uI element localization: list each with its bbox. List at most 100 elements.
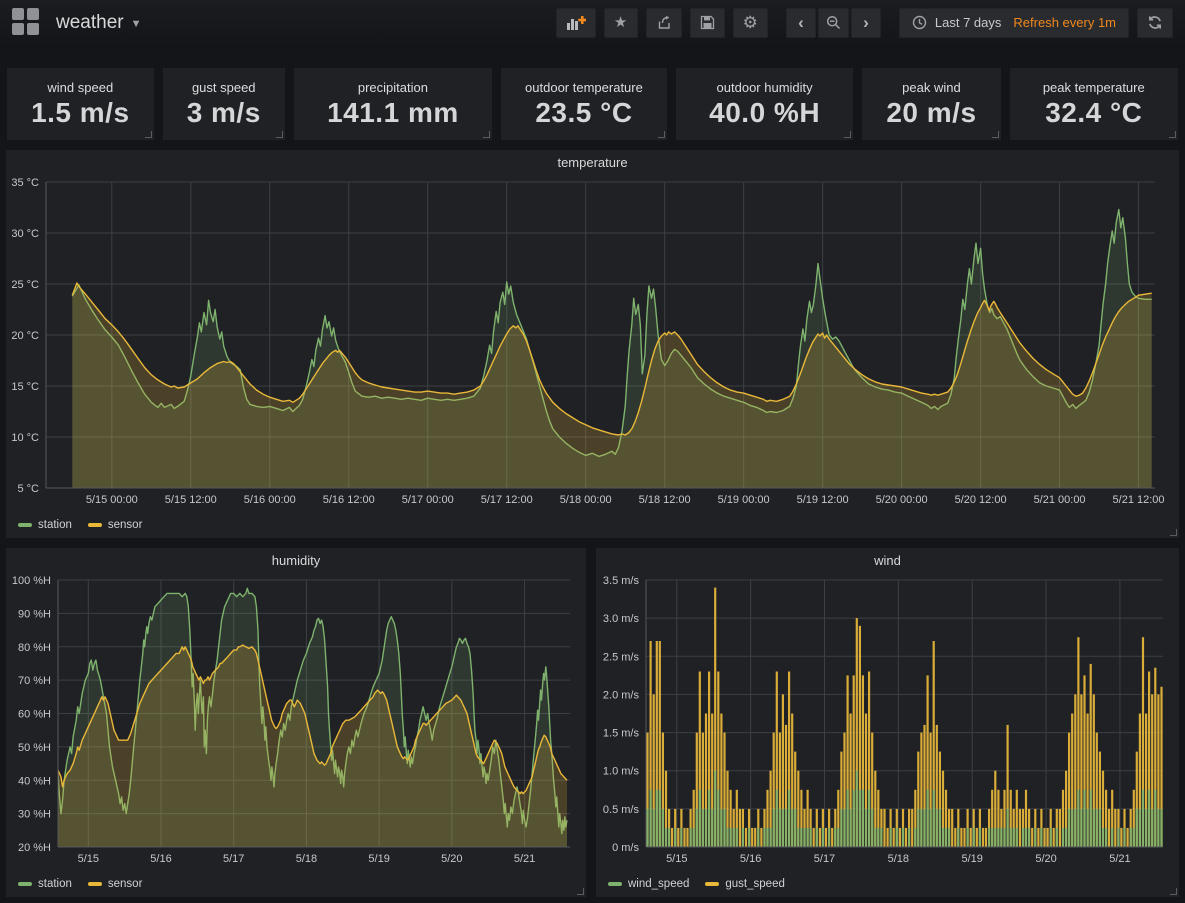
svg-text:90 %H: 90 %H bbox=[18, 608, 51, 620]
logo-square bbox=[12, 23, 24, 35]
svg-text:0.5 m/s: 0.5 m/s bbox=[603, 804, 640, 816]
svg-text:5/21: 5/21 bbox=[1109, 853, 1130, 865]
panel-resize-handle[interactable] bbox=[483, 131, 490, 138]
svg-text:5/16 12:00: 5/16 12:00 bbox=[323, 494, 375, 506]
svg-text:5/18 00:00: 5/18 00:00 bbox=[560, 494, 612, 506]
time-picker-button[interactable]: Last 7 days Refresh every 1m bbox=[899, 8, 1129, 38]
panel-resize-handle[interactable] bbox=[658, 131, 665, 138]
stat-value: 40.0 %H bbox=[709, 97, 820, 129]
legend-item-gust_speed[interactable]: gust_speed bbox=[705, 878, 784, 890]
chevron-down-icon: ▼ bbox=[131, 18, 142, 30]
legend-item-sensor[interactable]: sensor bbox=[88, 519, 143, 531]
logo-square bbox=[27, 23, 39, 35]
panel-title-wind[interactable]: wind bbox=[596, 548, 1179, 572]
svg-text:5/15: 5/15 bbox=[78, 853, 99, 865]
svg-text:5/19 00:00: 5/19 00:00 bbox=[718, 494, 770, 506]
svg-text:5/19: 5/19 bbox=[961, 853, 982, 865]
panel-resize-handle[interactable] bbox=[992, 131, 999, 138]
svg-text:0 m/s: 0 m/s bbox=[612, 842, 639, 854]
panel-resize-handle[interactable] bbox=[844, 131, 851, 138]
legend-item-station[interactable]: station bbox=[18, 878, 72, 890]
settings-button[interactable]: ⚙ bbox=[733, 8, 768, 38]
svg-text:5/19: 5/19 bbox=[368, 853, 389, 865]
refresh-button[interactable] bbox=[1137, 8, 1173, 38]
navbar: weather ▼ ★ bbox=[0, 0, 1185, 45]
svg-text:5/15 12:00: 5/15 12:00 bbox=[165, 494, 217, 506]
wind-chart[interactable]: 0 m/s0.5 m/s1.0 m/s1.5 m/s2.0 m/s2.5 m/s… bbox=[596, 572, 1179, 871]
temperature-chart[interactable]: 5 °C10 °C15 °C20 °C25 °C30 °C35 °C5/15 0… bbox=[6, 174, 1179, 512]
svg-text:20 °C: 20 °C bbox=[11, 330, 39, 342]
star-button[interactable]: ★ bbox=[604, 8, 638, 38]
legend-item-sensor[interactable]: sensor bbox=[88, 878, 143, 890]
stat-panel-gust-speed: gust speed 3 m/s bbox=[163, 68, 285, 140]
svg-text:3.5 m/s: 3.5 m/s bbox=[603, 575, 640, 587]
stat-title: wind speed bbox=[47, 80, 113, 95]
legend-label: gust_speed bbox=[725, 878, 784, 890]
svg-text:5 °C: 5 °C bbox=[17, 483, 39, 495]
time-back-button[interactable]: ‹ bbox=[786, 8, 816, 38]
logo-square bbox=[27, 8, 39, 20]
legend-item-station[interactable]: station bbox=[18, 519, 72, 531]
panel-title-humidity[interactable]: humidity bbox=[6, 548, 586, 572]
svg-text:60 %H: 60 %H bbox=[18, 709, 51, 721]
save-button[interactable] bbox=[690, 8, 725, 38]
chevron-right-icon: › bbox=[863, 14, 869, 31]
svg-text:30 %H: 30 %H bbox=[18, 809, 51, 821]
svg-text:5/18 12:00: 5/18 12:00 bbox=[639, 494, 691, 506]
add-panel-icon bbox=[566, 15, 586, 31]
svg-text:15 °C: 15 °C bbox=[11, 381, 39, 393]
svg-text:5/15 00:00: 5/15 00:00 bbox=[86, 494, 138, 506]
svg-text:5/19 12:00: 5/19 12:00 bbox=[797, 494, 849, 506]
stat-panel-outdoor-humidity: outdoor humidity 40.0 %H bbox=[676, 68, 853, 140]
share-icon bbox=[656, 15, 672, 30]
svg-text:5/16: 5/16 bbox=[150, 853, 171, 865]
grafana-logo[interactable] bbox=[12, 8, 42, 38]
svg-text:80 %H: 80 %H bbox=[18, 642, 51, 654]
humidity-legend: station sensor bbox=[6, 871, 586, 897]
logo-square bbox=[12, 8, 24, 20]
panel-title-temperature[interactable]: temperature bbox=[6, 150, 1179, 174]
dashboard-content: wind speed 1.5 m/s gust speed 3 m/s prec… bbox=[0, 45, 1185, 897]
svg-text:5/17: 5/17 bbox=[223, 853, 244, 865]
panel-resize-handle[interactable] bbox=[276, 131, 283, 138]
stat-title: peak wind bbox=[902, 80, 961, 95]
legend-label: station bbox=[38, 519, 72, 531]
panel-resize-handle[interactable] bbox=[577, 888, 584, 895]
stat-panel-peak-wind: peak wind 20 m/s bbox=[862, 68, 1000, 140]
panel-resize-handle[interactable] bbox=[145, 131, 152, 138]
stat-panel-precipitation: precipitation 141.1 mm bbox=[294, 68, 492, 140]
stat-panel-wind-speed: wind speed 1.5 m/s bbox=[7, 68, 154, 140]
stats-row: wind speed 1.5 m/s gust speed 3 m/s prec… bbox=[7, 68, 1178, 140]
zoom-out-button[interactable] bbox=[818, 8, 849, 38]
panel-temperature: temperature 5 °C10 °C15 °C20 °C25 °C30 °… bbox=[6, 150, 1179, 538]
panel-resize-handle[interactable] bbox=[1170, 529, 1177, 536]
temperature-legend: station sensor bbox=[6, 512, 1179, 538]
stat-value: 3 m/s bbox=[187, 97, 261, 129]
stat-title: outdoor humidity bbox=[717, 80, 813, 95]
chevron-left-icon: ‹ bbox=[798, 14, 804, 31]
panel-humidity: humidity 20 %H30 %H40 %H50 %H60 %H70 %H8… bbox=[6, 548, 586, 897]
svg-text:3.0 m/s: 3.0 m/s bbox=[603, 613, 640, 625]
svg-text:30 °C: 30 °C bbox=[11, 228, 39, 240]
svg-text:5/20: 5/20 bbox=[441, 853, 462, 865]
stat-panel-peak-temperature: peak temperature 32.4 °C bbox=[1010, 68, 1178, 140]
time-forward-button[interactable]: › bbox=[851, 8, 881, 38]
svg-text:10 °C: 10 °C bbox=[11, 432, 39, 444]
add-panel-button[interactable] bbox=[556, 8, 596, 38]
panel-resize-handle[interactable] bbox=[1169, 131, 1176, 138]
humidity-chart[interactable]: 20 %H30 %H40 %H50 %H60 %H70 %H80 %H90 %H… bbox=[6, 572, 586, 871]
svg-text:5/20 12:00: 5/20 12:00 bbox=[955, 494, 1007, 506]
panel-resize-handle[interactable] bbox=[1170, 888, 1177, 895]
legend-label: wind_speed bbox=[628, 878, 689, 890]
wind-legend: wind_speed gust_speed bbox=[596, 871, 1179, 897]
stat-title: peak temperature bbox=[1043, 80, 1145, 95]
svg-text:5/18: 5/18 bbox=[296, 853, 317, 865]
navbar-actions: ★ ⚙ ‹ › bbox=[556, 8, 1173, 38]
svg-text:5/21 12:00: 5/21 12:00 bbox=[1113, 494, 1165, 506]
svg-text:2.5 m/s: 2.5 m/s bbox=[603, 651, 640, 663]
legend-item-wind_speed[interactable]: wind_speed bbox=[608, 878, 689, 890]
share-button[interactable] bbox=[646, 8, 682, 38]
dashboard-title-dropdown[interactable]: weather ▼ bbox=[56, 12, 142, 34]
panel-wind: wind 0 m/s0.5 m/s1.0 m/s1.5 m/s2.0 m/s2.… bbox=[596, 548, 1179, 897]
svg-text:2.0 m/s: 2.0 m/s bbox=[603, 689, 640, 701]
